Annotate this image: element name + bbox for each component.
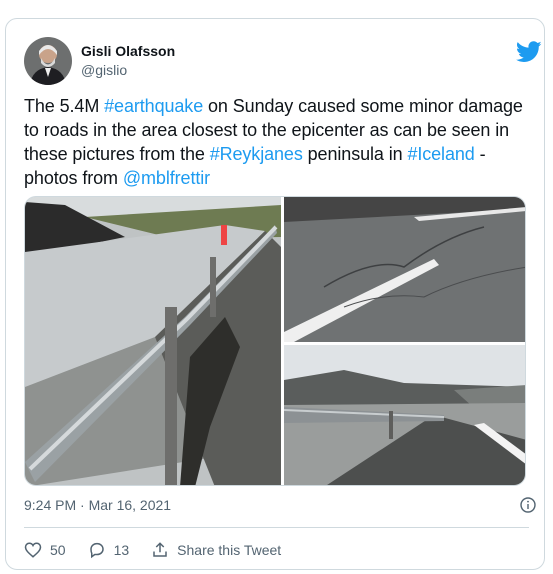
tweet-card[interactable]: Gisli Olafsson @gislio The 5.4M #earthqu… (5, 18, 545, 570)
info-icon[interactable] (520, 497, 536, 513)
share-button[interactable]: Share this Tweet (151, 541, 281, 559)
share-icon (153, 542, 167, 557)
twitter-bird-icon[interactable] (515, 41, 542, 63)
mention-mblfrettir-link[interactable]: @mblfrettir (123, 168, 210, 188)
reply-icon (89, 542, 104, 559)
share-label: Share this Tweet (177, 542, 282, 558)
reply-count: 13 (113, 542, 130, 558)
hashtag-iceland-link[interactable]: #Iceland (407, 144, 474, 164)
media-grid (24, 196, 526, 486)
tweet-text-part: The 5.4M (24, 96, 105, 116)
tweet-timestamp[interactable]: 9:24 PM · Mar 16, 2021 (24, 497, 171, 513)
action-bar: 50 13 Share this Tweet (24, 539, 303, 561)
divider (24, 527, 529, 528)
author-handle[interactable]: @gislio (81, 62, 127, 78)
heart-icon (24, 542, 42, 558)
tweet-text: The 5.4M #earthquake on Sunday caused so… (24, 94, 529, 190)
like-button[interactable]: 50 (24, 541, 66, 559)
reply-button[interactable]: 13 (88, 541, 130, 559)
photo-hills-guardrail[interactable] (284, 345, 525, 485)
photo-guardrail-road[interactable] (25, 197, 281, 485)
avatar[interactable] (24, 37, 72, 85)
like-count: 50 (50, 542, 66, 558)
author-name[interactable]: Gisli Olafsson (81, 43, 175, 59)
tweet-text-part: peninsula in (302, 144, 408, 164)
photo-cracked-asphalt[interactable] (284, 197, 525, 342)
hashtag-reykjanes-link[interactable]: #Reykjanes (210, 144, 303, 164)
hashtag-earthquake-link[interactable]: #earthquake (104, 96, 203, 116)
